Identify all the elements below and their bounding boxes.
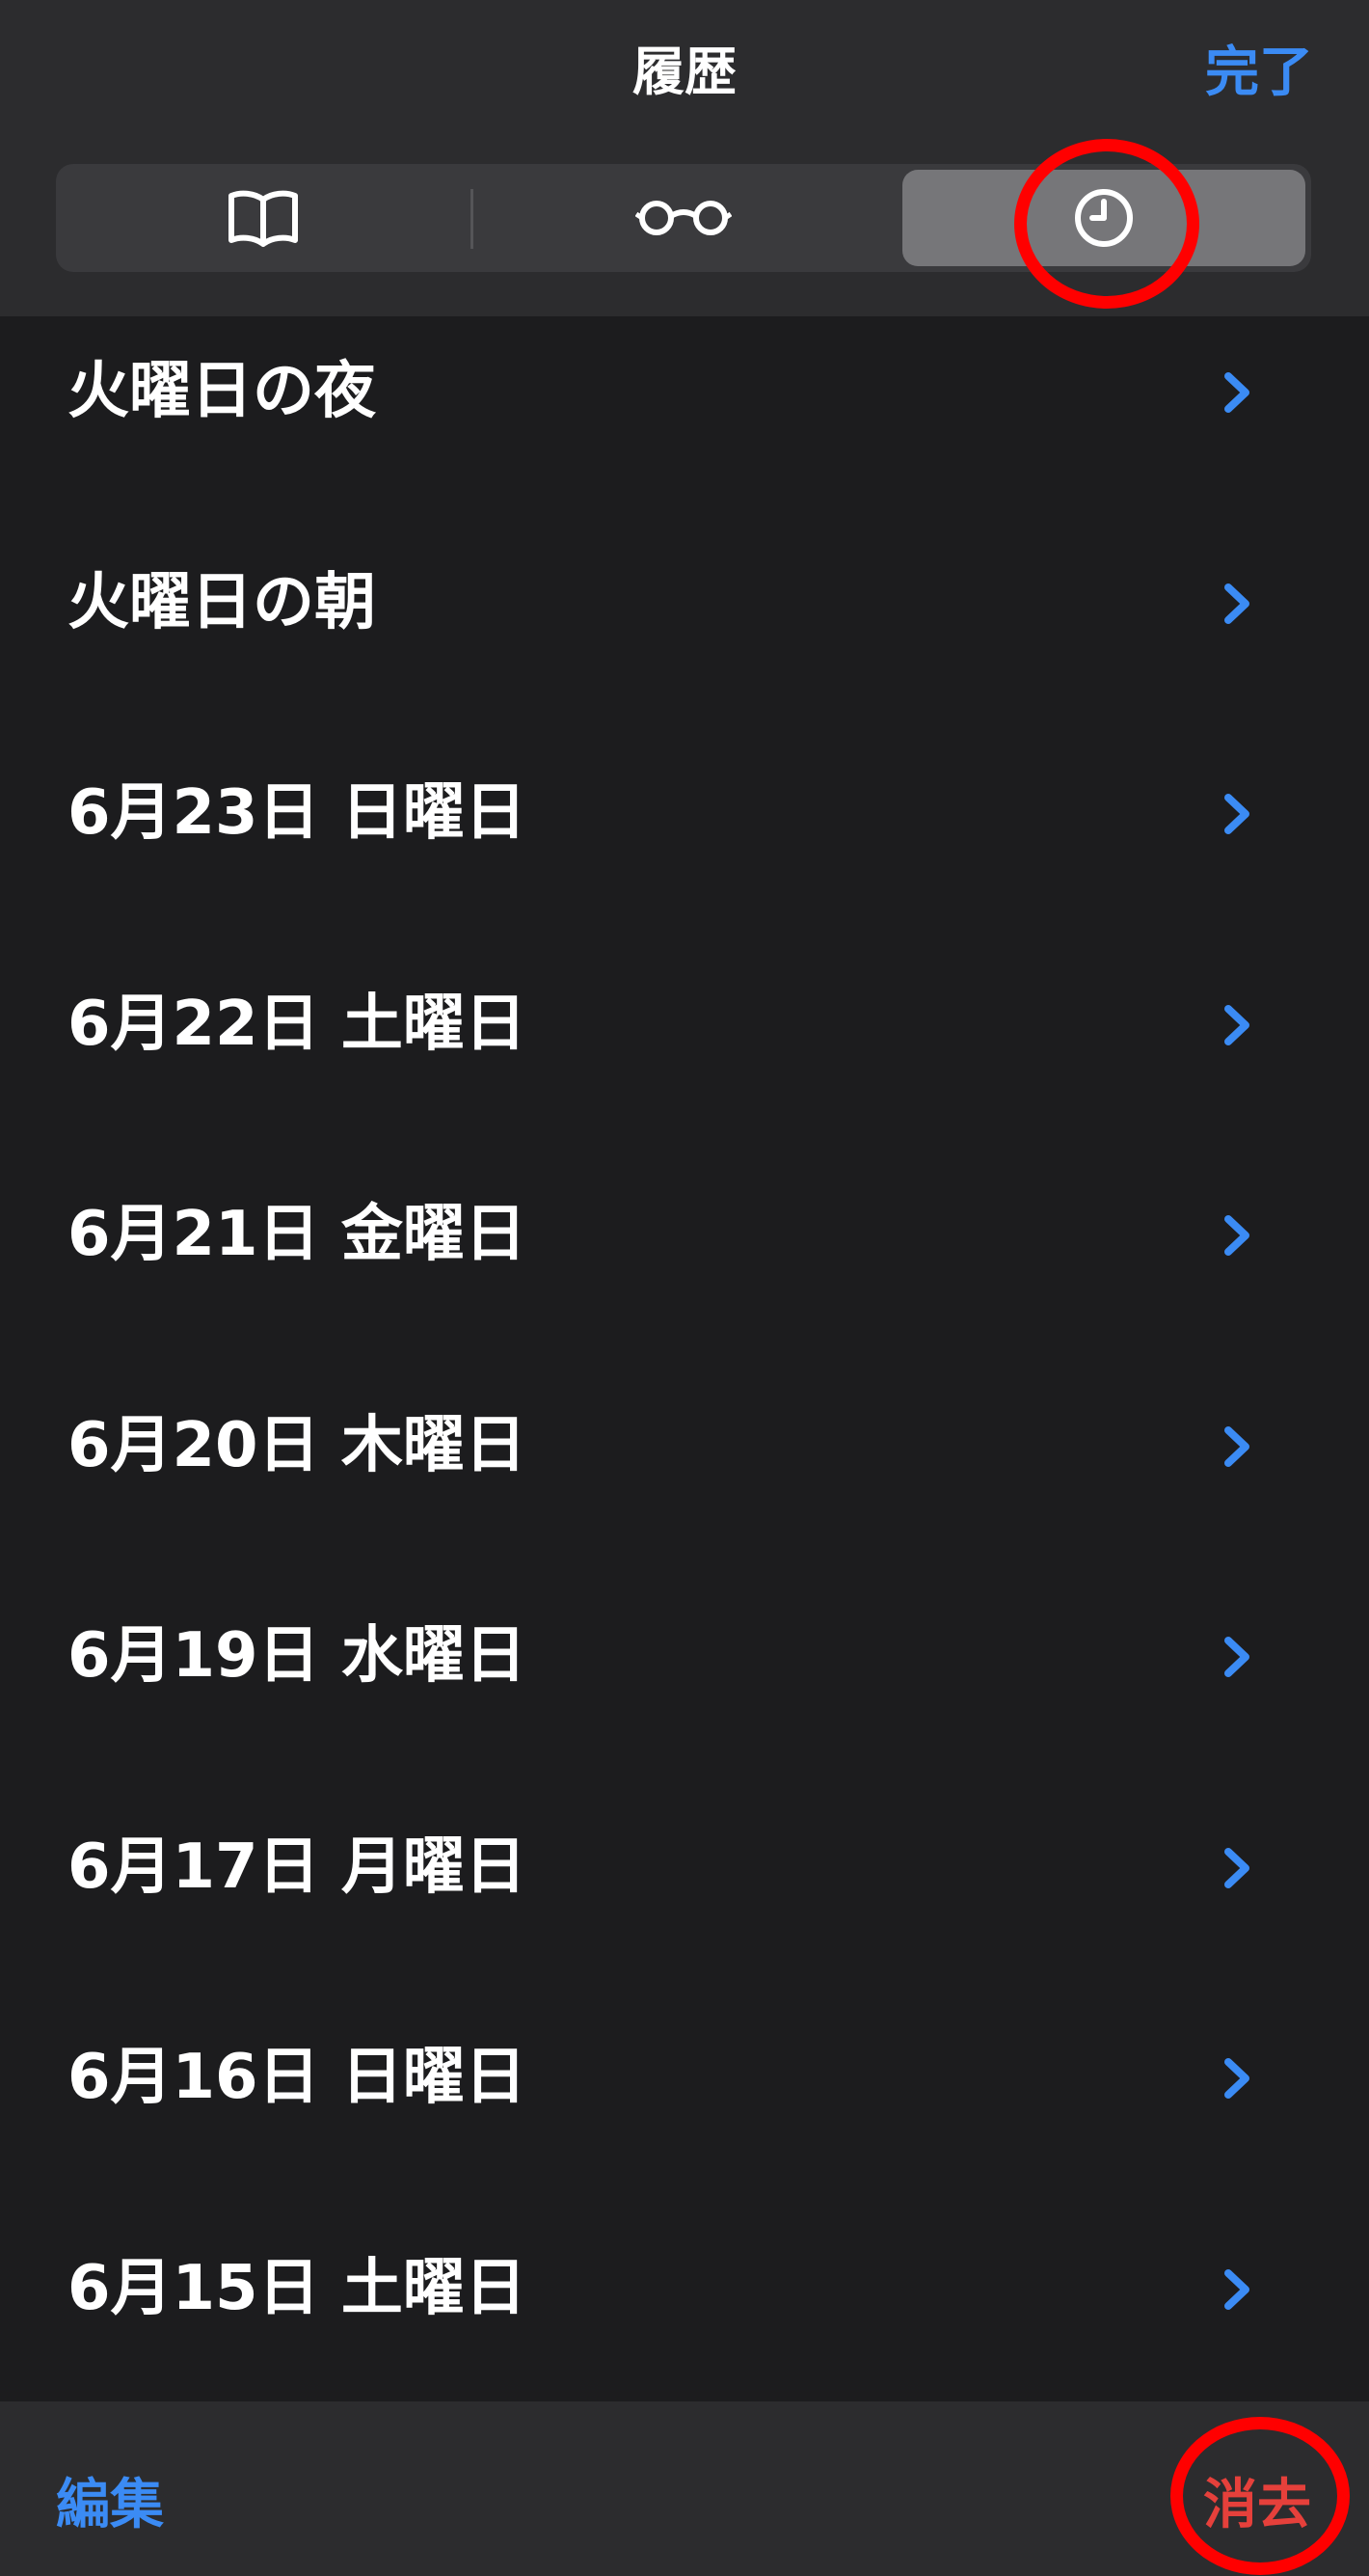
history-row-label: 6月23日 日曜日 — [67, 777, 526, 849]
chevron-right-icon — [1224, 1847, 1249, 1888]
segmented-control — [56, 164, 1311, 272]
history-row[interactable]: 6月15日 土曜日 — [0, 2213, 1369, 2425]
history-row-label: 火曜日の夜 — [67, 356, 376, 427]
history-row[interactable]: 6月23日 日曜日 — [0, 738, 1369, 949]
history-row-label: 6月22日 土曜日 — [67, 988, 526, 1060]
chevron-right-icon — [1224, 1425, 1249, 1467]
history-row[interactable]: 6月22日 土曜日 — [0, 949, 1369, 1160]
history-row[interactable]: 6月16日 日曜日 — [0, 2002, 1369, 2213]
reading-list-tab[interactable] — [482, 170, 885, 266]
bottom-toolbar: 編集 消去 — [0, 2401, 1369, 2576]
history-row-label: 火曜日の朝 — [67, 566, 376, 638]
navigation-header: 履歴 完了 — [0, 0, 1369, 316]
book-icon — [228, 190, 298, 247]
history-row-label: 6月17日 月曜日 — [67, 1830, 526, 1903]
history-row[interactable]: 6月17日 月曜日 — [0, 1792, 1369, 2003]
history-row[interactable]: 6月21日 金曜日 — [0, 1159, 1369, 1370]
history-row-label: 6月16日 日曜日 — [67, 2042, 526, 2113]
done-button[interactable]: 完了 — [1205, 29, 1313, 107]
history-row[interactable]: 6月20日 木曜日 — [0, 1370, 1369, 1582]
chevron-right-icon — [1224, 794, 1249, 834]
history-list: 火曜日の夜火曜日の朝 6月23日 日曜日 6月22日 土曜日 6月21日 金曜日 6月2… — [0, 316, 1369, 2424]
glasses-icon — [635, 201, 732, 235]
clock-icon — [1075, 189, 1133, 247]
page-title: 履歴 — [632, 41, 737, 102]
history-row[interactable]: 火曜日の夜 — [0, 316, 1369, 528]
clear-button[interactable]: 消去 — [1203, 2461, 1311, 2539]
bookmarks-tab[interactable] — [62, 170, 465, 266]
chevron-right-icon — [1224, 1637, 1249, 1677]
chevron-right-icon — [1224, 1215, 1249, 1256]
chevron-right-icon — [1224, 2268, 1249, 2310]
segment-divider — [470, 189, 473, 249]
history-tab[interactable] — [902, 170, 1305, 266]
chevron-right-icon — [1224, 372, 1249, 413]
history-row-label: 6月19日 水曜日 — [67, 1620, 526, 1692]
edit-button[interactable]: 編集 — [56, 2461, 164, 2539]
chevron-right-icon — [1224, 1004, 1249, 1045]
chevron-right-icon — [1224, 2058, 1249, 2099]
chevron-right-icon — [1224, 583, 1249, 624]
history-row-label: 6月21日 金曜日 — [67, 1199, 526, 1270]
history-row-label: 6月20日 木曜日 — [67, 1409, 526, 1481]
history-row[interactable]: 火曜日の朝 — [0, 528, 1369, 739]
history-row[interactable]: 6月19日 水曜日 — [0, 1581, 1369, 1792]
history-row-label: 6月15日 土曜日 — [67, 2252, 526, 2324]
